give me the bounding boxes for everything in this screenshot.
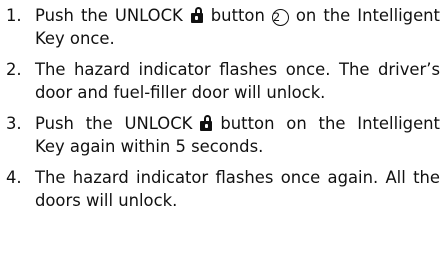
step-2: 2. The hazard indicator flashes once. Th… [6, 58, 440, 104]
step-number: 1. [6, 6, 22, 25]
step-text-before-icon: Push the UNLOCK [35, 114, 193, 133]
step-number: 4. [6, 168, 22, 187]
unlock-padlock-icon [200, 115, 213, 131]
step-4: 4. The hazard indicator flashes once aga… [6, 166, 440, 212]
step-text-after-icon: button [210, 6, 265, 25]
instruction-list: 1. Push the UNLOCK button 2 on the Intell… [0, 0, 448, 212]
callout-number-badge: 2 [271, 9, 289, 26]
step-text: The hazard indicator flashes once. The d… [35, 60, 440, 102]
step-text-before-icon: Push the UNLOCK [35, 6, 183, 25]
step-number: 3. [6, 114, 22, 133]
unlock-padlock-icon [190, 7, 203, 23]
step-text: The hazard indicator flashes once again.… [35, 168, 440, 210]
step-text: Push the UNLOCK button on the Intelligent… [35, 112, 440, 158]
step-number: 2. [6, 60, 22, 79]
step-text: Push the UNLOCK button 2 on the Intellige… [35, 4, 440, 50]
step-3: 3. Push the UNLOCK button on the Intellig… [6, 112, 440, 158]
step-1: 1. Push the UNLOCK button 2 on the Intell… [6, 4, 440, 50]
